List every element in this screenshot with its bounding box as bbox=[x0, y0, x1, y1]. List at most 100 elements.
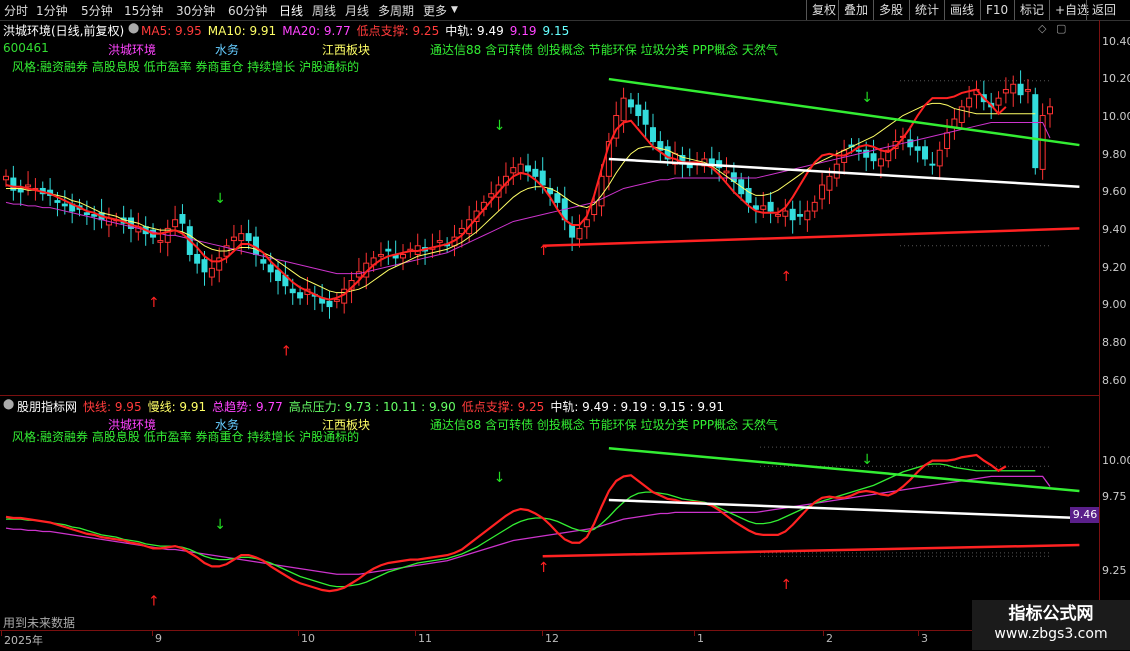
period-tab-more[interactable]: 更多 bbox=[423, 2, 447, 19]
period-tab-1min[interactable]: 1分钟 bbox=[36, 2, 68, 19]
main-y-tick-9: 8.60 bbox=[1102, 373, 1127, 387]
main-panel-title: 洪城环境(日线,前复权) bbox=[3, 24, 125, 38]
dropdown-icon[interactable]: ▼ bbox=[451, 5, 458, 15]
date-label-0: 2025年 bbox=[4, 634, 43, 647]
overlay-button[interactable]: 叠加 bbox=[838, 0, 873, 20]
trendline-2 bbox=[542, 227, 1080, 248]
candle bbox=[525, 153, 531, 182]
candle bbox=[25, 171, 32, 196]
ma5-line bbox=[5, 88, 1007, 301]
candle bbox=[429, 233, 436, 258]
main-y-tick-3: 9.80 bbox=[1102, 147, 1127, 161]
statistics-button[interactable]: 统计 bbox=[909, 0, 944, 20]
main-y-tick-4: 9.60 bbox=[1102, 185, 1127, 199]
main-indicator-6: 9.15 bbox=[542, 24, 570, 38]
f10-button[interactable]: F10 bbox=[980, 0, 1013, 20]
total-trend-line bbox=[5, 475, 1051, 575]
mark-button[interactable]: 标记 bbox=[1014, 0, 1049, 20]
period-tab-60min[interactable]: 60分钟 bbox=[228, 2, 267, 19]
ma20-line bbox=[5, 121, 1051, 275]
main-indicator-0: MA5: 9.95 bbox=[141, 24, 202, 38]
sell-arrow-icon: ↓ bbox=[861, 90, 873, 106]
main-y-tick-2: 10.00 bbox=[1102, 109, 1130, 123]
candle bbox=[936, 141, 943, 180]
candle bbox=[69, 193, 76, 224]
candle bbox=[877, 148, 884, 179]
trendline-0 bbox=[608, 77, 1080, 147]
period-tab-daily[interactable]: 日线 bbox=[279, 2, 303, 19]
back-button[interactable]: 返回 bbox=[1086, 0, 1121, 20]
sub-indicator-4: 低点支撑: 9.25 bbox=[461, 400, 545, 414]
main-indicator-1: MA10: 9.91 bbox=[207, 24, 277, 38]
date-label-1: 9 bbox=[155, 632, 162, 645]
main-y-tick-1: 10.20 bbox=[1102, 72, 1130, 86]
candle bbox=[944, 119, 951, 158]
candle bbox=[774, 207, 781, 224]
sub-indicator-1: 慢线: 9.91 bbox=[147, 400, 207, 414]
period-tab-fenshi[interactable]: 分时 bbox=[4, 2, 28, 19]
sub-buy-arrow-icon: ↑ bbox=[148, 594, 160, 610]
main-y-tick-8: 8.80 bbox=[1102, 336, 1127, 350]
buy-arrow-icon: ↑ bbox=[280, 344, 292, 360]
candle bbox=[370, 251, 377, 272]
panel-menu-icon[interactable]: ⬤ bbox=[128, 23, 139, 34]
period-tab-monthly[interactable]: 月线 bbox=[345, 2, 369, 19]
candle bbox=[502, 162, 509, 194]
candle bbox=[333, 292, 340, 309]
candle bbox=[627, 92, 634, 114]
candle bbox=[1032, 87, 1039, 175]
sub-sell-arrow-icon: ↓ bbox=[861, 452, 873, 468]
fuquan-button[interactable]: 复权 bbox=[806, 0, 841, 20]
sub-y-tick-1: 9.75 bbox=[1102, 490, 1127, 504]
date-label-2: 10 bbox=[301, 632, 315, 645]
date-label-7: 3 bbox=[921, 632, 928, 645]
candle bbox=[83, 200, 90, 225]
main-y-tick-6: 9.20 bbox=[1102, 260, 1127, 274]
candle bbox=[422, 238, 429, 265]
main-price-axis: 10.40 10.20 10.00 9.80 9.60 9.40 9.20 9.00 8.80 8… bbox=[1100, 20, 1130, 395]
sub-buy-arrow-icon: ↑ bbox=[780, 577, 792, 593]
subpanel-menu-icon[interactable]: ⬤ bbox=[3, 399, 14, 410]
candle bbox=[855, 138, 862, 161]
sub-concept-tags: 通达信88 含可转债 创投概念 节能环保 垃圾分类 PPP概念 天然气 bbox=[430, 418, 778, 432]
sub-indicator-3: 高点压力: 9.73 : 10.11 : 9.90 bbox=[288, 400, 456, 414]
sub-panel-title: 股朋指标网 bbox=[17, 400, 78, 414]
period-tab-weekly[interactable]: 周线 bbox=[312, 2, 336, 19]
fast-line bbox=[5, 453, 1007, 593]
period-tab-5min[interactable]: 5分钟 bbox=[81, 2, 113, 19]
window-icon[interactable]: ▢ bbox=[1056, 22, 1066, 35]
sub-sell-arrow-icon: ↓ bbox=[494, 470, 506, 486]
main-indicator-readout: MA5: 9.95 MA10: 9.91 MA20: 9.77 低点支撑: 9.25 中… bbox=[141, 22, 575, 39]
concept-tags: 通达信88 含可转债 创投概念 节能环保 垃圾分类 PPP概念 天然气 bbox=[430, 43, 778, 57]
main-y-tick-7: 9.00 bbox=[1102, 298, 1127, 312]
candle bbox=[870, 139, 877, 170]
main-indicator-5: 9.19 bbox=[509, 24, 537, 38]
panel-divider bbox=[0, 395, 1100, 396]
candle bbox=[385, 240, 392, 265]
candle bbox=[811, 195, 818, 218]
period-tab-multi[interactable]: 多周期 bbox=[378, 2, 414, 19]
candlestick-chart[interactable]: ↑ ↑ ↑ ↑ ↓ ↓ ↓ bbox=[0, 65, 1100, 395]
sub-indicator-2: 总趋势: 9.77 bbox=[212, 400, 283, 414]
candle bbox=[958, 99, 965, 130]
candle bbox=[3, 169, 9, 187]
buy-arrow-icon: ↑ bbox=[538, 243, 550, 259]
candle bbox=[238, 224, 245, 255]
candle bbox=[216, 247, 223, 283]
logo-title: 指标公式网 bbox=[1008, 604, 1094, 624]
draw-line-button[interactable]: 画线 bbox=[944, 0, 979, 20]
candle bbox=[819, 172, 826, 210]
candle bbox=[311, 285, 318, 311]
candle bbox=[47, 178, 54, 206]
candle bbox=[951, 108, 958, 140]
multi-stock-button[interactable]: 多股 bbox=[873, 0, 908, 20]
buy-arrow-icon: ↑ bbox=[148, 295, 160, 311]
candle bbox=[789, 200, 796, 234]
indicator-chart[interactable]: ↑↑↑↑↓↓↓ bbox=[0, 440, 1100, 620]
period-tab-30min[interactable]: 30分钟 bbox=[176, 2, 215, 19]
diamond-icon[interactable]: ◇ bbox=[1038, 22, 1046, 35]
sub-y-tick-2: 9.25 bbox=[1102, 563, 1127, 577]
candle bbox=[10, 165, 17, 201]
period-tab-15min[interactable]: 15分钟 bbox=[124, 2, 163, 19]
sub-indicator-0: 快线: 9.95 bbox=[83, 400, 142, 414]
